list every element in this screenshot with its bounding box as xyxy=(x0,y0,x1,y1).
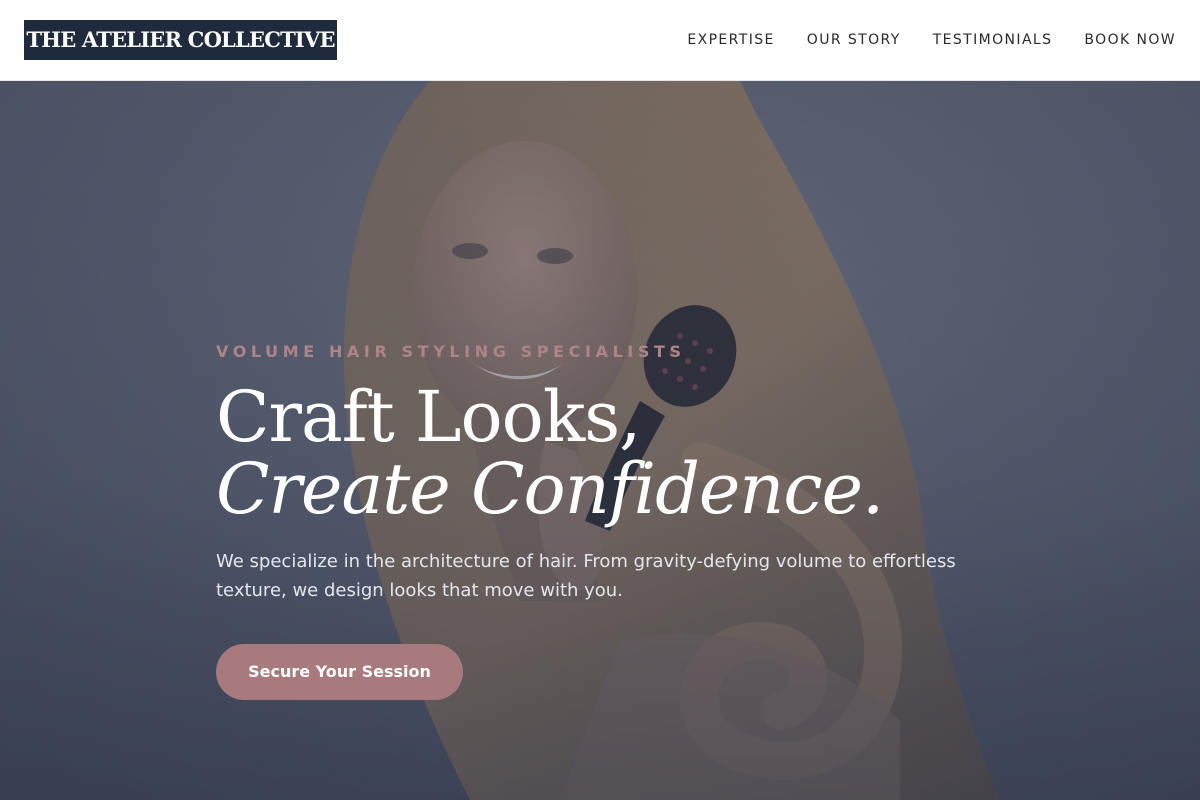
main-nav: EXPERTISE OUR STORY TESTIMONIALS BOOK NO… xyxy=(687,0,1176,80)
hero-section: VOLUME HAIR STYLING SPECIALISTS Craft Lo… xyxy=(0,81,1200,800)
secure-session-button[interactable]: Secure Your Session xyxy=(216,644,463,700)
hero-headline: Craft Looks, Create Confidence. xyxy=(216,381,1016,525)
hero-content: VOLUME HAIR STYLING SPECIALISTS Craft Lo… xyxy=(216,341,1016,700)
hero-headline-line2: Create Confidence. xyxy=(216,448,884,530)
site-header: THE ATELIER COLLECTIVE EXPERTISE OUR STO… xyxy=(0,0,1200,81)
nav-link-expertise[interactable]: EXPERTISE xyxy=(687,32,774,48)
hero-eyebrow: VOLUME HAIR STYLING SPECIALISTS xyxy=(216,342,686,361)
nav-link-book-now[interactable]: BOOK NOW xyxy=(1084,32,1176,48)
nav-link-our-story[interactable]: OUR STORY xyxy=(807,32,901,48)
hero-description: We specialize in the architecture of hai… xyxy=(216,551,956,601)
hero-headline-line1: Craft Looks, xyxy=(216,376,641,458)
site-logo[interactable]: THE ATELIER COLLECTIVE xyxy=(24,20,337,60)
nav-link-testimonials[interactable]: TESTIMONIALS xyxy=(933,32,1053,48)
